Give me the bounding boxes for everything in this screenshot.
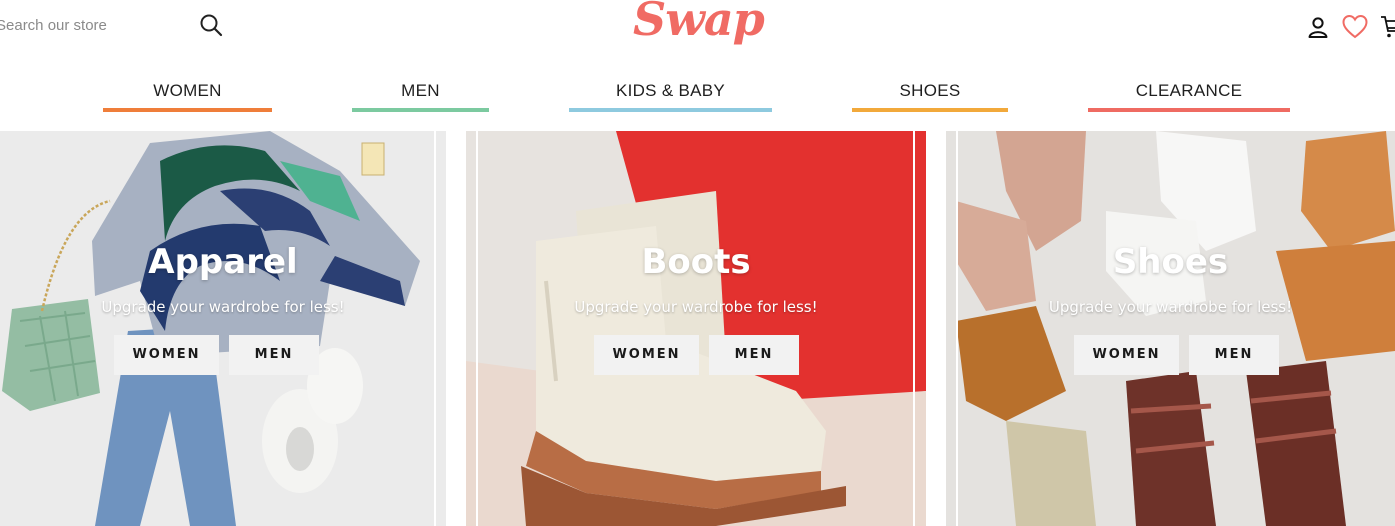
nav-item-label: SHOES [899,81,961,100]
nav-item-shoes[interactable]: SHOES [852,76,1008,114]
nav-item-clearance[interactable]: CLEARANCE [1088,76,1290,114]
tile-subtitle: Upgrade your wardrobe for less! [574,298,818,316]
shoes-men-button[interactable]: MEN [1189,335,1279,375]
nav-item-label: MEN [401,81,440,100]
category-tiles: Apparel Upgrade your wardrobe for less! … [0,131,1395,526]
frame-divider [956,131,958,526]
account-icon[interactable] [1307,15,1329,39]
nav-item-label: CLEARANCE [1135,81,1243,100]
shoes-women-button[interactable]: WOMEN [1074,335,1179,375]
nav-underline [103,108,272,112]
tile-title: Shoes [1112,242,1229,282]
main-nav: WOMEN MEN KIDS & BABY SHOES CLEARANCE [0,76,1395,116]
tile-title: Apparel [148,242,298,282]
frame-divider [913,131,915,526]
shoes-photo [946,131,1395,526]
search-bar [0,6,232,44]
cart-icon[interactable] [1380,14,1395,40]
search-icon[interactable] [199,13,223,37]
tile-subtitle: Upgrade your wardrobe for less! [101,298,345,316]
site-logo[interactable]: Swap [633,0,765,54]
apparel-men-button[interactable]: MEN [229,335,319,375]
apparel-women-button[interactable]: WOMEN [114,335,219,375]
category-tile-boots[interactable]: Boots Upgrade your wardrobe for less! WO… [466,131,926,526]
category-tile-shoes[interactable]: Shoes Upgrade your wardrobe for less! WO… [946,131,1395,526]
boots-photo [466,131,926,526]
nav-underline [569,108,772,112]
tile-subtitle: Upgrade your wardrobe for less! [1048,298,1293,316]
nav-item-kids-baby[interactable]: KIDS & BABY [569,76,772,114]
site-header: Swap WOMEN MEN KIDS & BABY [0,0,1395,131]
boots-men-button[interactable]: MEN [709,335,799,375]
boots-women-button[interactable]: WOMEN [594,335,699,375]
heart-icon[interactable] [1342,14,1368,40]
frame-divider [434,131,436,526]
nav-item-men[interactable]: MEN [352,76,489,114]
nav-item-women[interactable]: WOMEN [103,76,272,114]
apparel-photo [0,131,446,526]
nav-underline [1088,108,1290,112]
category-tile-apparel[interactable]: Apparel Upgrade your wardrobe for less! … [0,131,446,526]
nav-underline [352,108,489,112]
tile-title: Boots [641,242,751,282]
nav-item-label: KIDS & BABY [615,81,726,100]
frame-divider [476,131,478,526]
nav-underline [852,108,1008,112]
nav-item-label: WOMEN [153,81,222,100]
search-input[interactable] [0,6,192,44]
